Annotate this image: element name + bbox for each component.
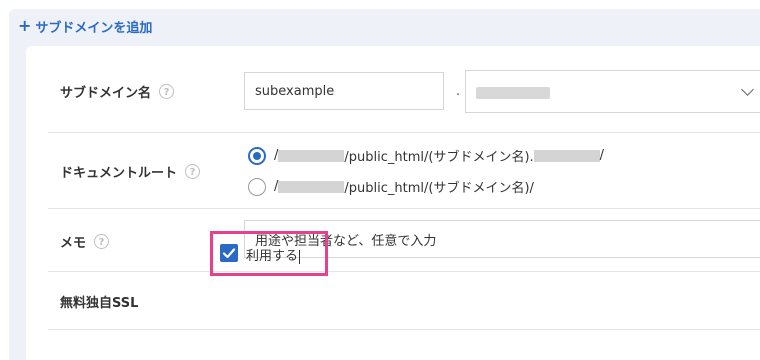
use-label: 利用する: [246, 249, 299, 264]
check-icon: [222, 248, 236, 259]
subdomain-input[interactable]: subexample: [244, 72, 444, 110]
radio-unselected[interactable]: [248, 177, 266, 196]
document-root-option-2[interactable]: / /public_html/(サブドメイン名)/: [248, 177, 534, 196]
domain-select[interactable]: [465, 70, 760, 113]
chevron-down-icon: [741, 83, 754, 96]
memo-label: メモ: [60, 236, 87, 251]
ssl-label-group: 無料独自SSL: [60, 292, 138, 311]
redacted-user: [278, 180, 345, 193]
memo-label-group: メモ ?: [60, 232, 110, 251]
document-root-label: ドキュメントルート: [60, 166, 178, 181]
subdomain-label-group: サブドメイン名 ?: [60, 82, 175, 101]
ssl-checkbox[interactable]: [220, 244, 238, 262]
domain-separator: .: [456, 84, 461, 99]
radio-selected[interactable]: [248, 146, 266, 165]
option-2-middle: /public_html/(サブドメイン名)/: [344, 181, 534, 196]
redacted-user: [278, 149, 345, 162]
subdomain-row: サブドメイン名 ? subexample .: [48, 46, 760, 133]
plus-icon: +: [18, 16, 32, 35]
document-root-row: ドキュメントルート ? / /public_html/(サブドメイン名). / …: [48, 132, 760, 209]
subdomain-label: サブドメイン名: [60, 86, 152, 101]
help-icon[interactable]: ?: [185, 164, 201, 179]
text-cursor: [299, 249, 301, 264]
add-subdomain-label: サブドメインを追加: [35, 20, 153, 36]
option-1-middle: /public_html/(サブドメイン名).: [344, 150, 534, 165]
option-1-suffix: /: [599, 148, 605, 163]
help-icon[interactable]: ?: [159, 84, 175, 99]
memo-row: メモ ? 用途や担当者など、任意で入力: [48, 208, 760, 272]
ssl-label: 無料独自SSL: [60, 296, 139, 311]
redacted-domain: [533, 149, 600, 162]
ssl-checkbox-label[interactable]: 利用する: [246, 245, 301, 264]
help-icon[interactable]: ?: [94, 234, 110, 249]
add-subdomain-link[interactable]: + サブドメインを追加: [18, 16, 153, 36]
redacted-domain: [476, 87, 550, 99]
document-root-option-1[interactable]: / /public_html/(サブドメイン名). /: [248, 146, 604, 165]
document-root-label-group: ドキュメントルート ?: [60, 162, 201, 181]
ssl-row: 無料独自SSL: [48, 271, 760, 330]
subdomain-form: サブドメイン名 ? subexample . ドキュメントルート ? / /pu…: [26, 46, 760, 360]
